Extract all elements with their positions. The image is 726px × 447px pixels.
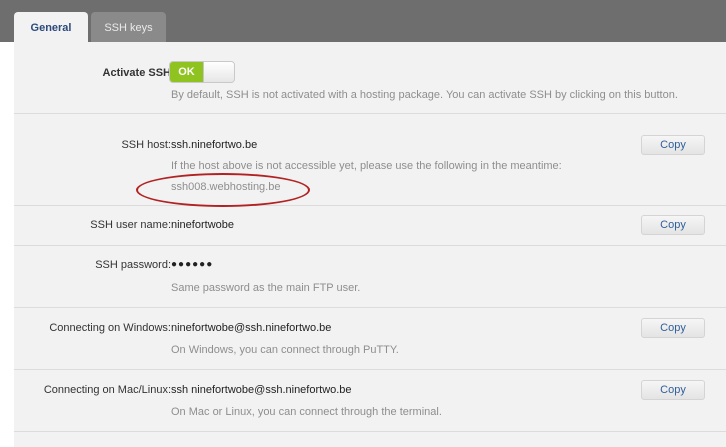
copy-windows-button[interactable]: Copy [641,318,705,338]
windows-row: Connecting on Windows: ninefortwobe@ssh.… [14,307,726,370]
annotation-circle [136,173,310,207]
windows-value: ninefortwobe@ssh.ninefortwo.be [171,322,332,334]
activate-ssh-toggle[interactable]: OK [169,61,235,83]
maclinux-value: ssh ninefortwobe@ssh.ninefortwo.be [171,384,352,396]
activate-ssh-row: Activate SSH OK By default, SSH is not a… [14,42,726,114]
maclinux-label: Connecting on Mac/Linux: [43,384,171,396]
copy-maclinux-button[interactable]: Copy [641,380,705,400]
ssh-password-label: SSH password: [95,259,171,271]
tab-general[interactable]: General [14,12,88,42]
settings-panel: Activate SSH OK By default, SSH is not a… [14,42,726,447]
toggle-on-label: OK [170,62,203,82]
copy-username-button[interactable]: Copy [641,215,705,235]
ssh-username-value: ninefortwobe [171,219,234,231]
activate-ssh-hint: By default, SSH is not activated with a … [171,89,678,101]
copy-host-button[interactable]: Copy [641,135,705,155]
ssh-username-label: SSH user name: [90,219,171,231]
windows-label: Connecting on Windows: [49,322,171,334]
ssh-password-hint: Same password as the main FTP user. [171,282,361,294]
maclinux-row: Connecting on Mac/Linux: ssh ninefortwob… [14,369,726,432]
maclinux-hint: On Mac or Linux, you can connect through… [171,406,442,418]
ssh-password-row: SSH password: ●●●●●● Same password as th… [14,245,726,308]
ssh-host-value: ssh.ninefortwo.be [171,139,258,151]
ssh-username-row: SSH user name: ninefortwobe Copy [14,205,726,246]
activate-ssh-label: Activate SSH [102,67,171,79]
ssh-host-row: SSH host: ssh.ninefortwo.be Copy If the … [14,113,726,206]
toggle-knob[interactable] [203,62,234,82]
ssh-host-hint: If the host above is not accessible yet,… [171,160,562,172]
tab-bar: General SSH keys [0,0,726,42]
ssh-host-label: SSH host: [121,139,171,151]
tab-ssh-keys[interactable]: SSH keys [91,12,166,42]
windows-hint: On Windows, you can connect through PuTT… [171,344,399,356]
ssh-password-value: ●●●●●● [171,259,214,270]
